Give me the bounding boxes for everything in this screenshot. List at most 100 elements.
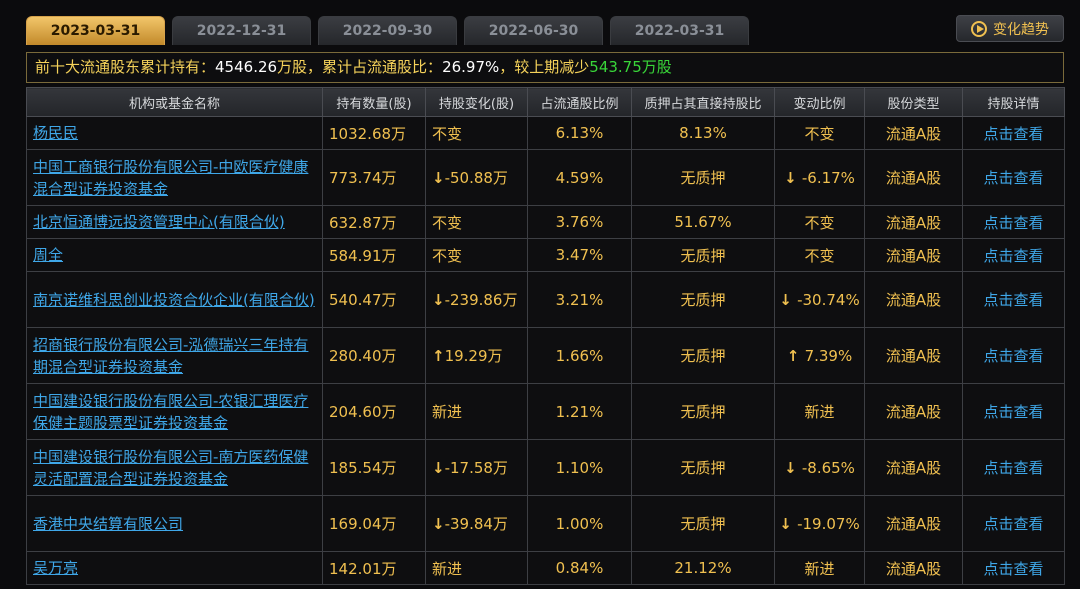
- trend-button[interactable]: 变化趋势: [956, 15, 1064, 42]
- trend-button-label: 变化趋势: [993, 21, 1049, 38]
- float-ratio: 3.76%: [527, 205, 632, 239]
- summary-unit: 万股，累计占流通股比：: [277, 58, 443, 76]
- holding-amount: 280.40万: [322, 327, 426, 384]
- holder-name-link[interactable]: 中国建设银行股份有限公司-农银汇理医疗保健主题股票型证券投资基金: [26, 383, 323, 440]
- summary-total: 4546.26: [215, 58, 278, 76]
- holding-amount: 1032.68万: [322, 116, 426, 150]
- holding-amount: 169.04万: [322, 495, 426, 552]
- change-pct-cell: ↓ -6.17%: [774, 149, 865, 206]
- detail-link[interactable]: 点击查看: [962, 495, 1065, 552]
- detail-link[interactable]: 点击查看: [962, 116, 1065, 150]
- detail-link-label: 点击查看: [983, 347, 1044, 365]
- arrow-down-icon: ↓: [779, 514, 798, 533]
- holder-name-link[interactable]: 招商银行股份有限公司-泓德瑞兴三年持有期混合型证券投资基金: [26, 327, 323, 384]
- tab-2022-06-30[interactable]: 2022-06-30: [464, 16, 603, 45]
- play-circle-icon: [971, 20, 987, 37]
- holding-change: 不变: [432, 246, 463, 265]
- summary-prefix: 前十大流通股东累计持有：: [35, 58, 216, 76]
- detail-link[interactable]: 点击查看: [962, 439, 1065, 496]
- pledge-ratio: 51.67%: [631, 205, 775, 239]
- holding-change: 不变: [432, 213, 463, 232]
- holders-table: 机构或基金名称 持有数量(股) 持股变化(股) 占流通股比例 质押占其直接持股比…: [26, 87, 1065, 585]
- detail-link-label: 点击查看: [983, 559, 1044, 578]
- holder-name: 招商银行股份有限公司-泓德瑞兴三年持有期混合型证券投资基金: [33, 335, 309, 376]
- detail-link-label: 点击查看: [983, 515, 1044, 533]
- detail-link-label: 点击查看: [983, 459, 1044, 477]
- change-pct: 新进: [804, 559, 835, 578]
- holder-name: 香港中央结算有限公司: [33, 514, 184, 533]
- table-row: 吴万亮 142.01万 新进 0.84% 21.12% 新进 流通A股 点击查看: [26, 551, 1065, 585]
- table-row: 杨民民 1032.68万 不变 6.13% 8.13% 不变 流通A股 点击查看: [26, 116, 1065, 150]
- table-row: 中国建设银行股份有限公司-南方医药保健灵活配置混合型证券投资基金 185.54万 ↓…: [26, 439, 1065, 496]
- holding-amount: 632.87万: [322, 205, 426, 239]
- summary-mid: ，较上期减少: [499, 58, 590, 76]
- holding-change-cell: 新进: [425, 383, 528, 440]
- col-header-change-pct: 变动比例: [774, 87, 865, 117]
- arrow-down-icon: ↓: [784, 168, 802, 187]
- detail-link-label: 点击查看: [983, 246, 1044, 265]
- share-type: 流通A股: [864, 495, 963, 552]
- tab-2023-03-31[interactable]: 2023-03-31: [26, 16, 165, 45]
- float-ratio: 4.59%: [527, 149, 632, 206]
- table-row: 香港中央结算有限公司 169.04万 ↓-39.84万 1.00% 无质押 ↓ -19.0…: [26, 495, 1065, 552]
- detail-link[interactable]: 点击查看: [962, 205, 1065, 239]
- holder-name: 杨民民: [33, 124, 79, 142]
- holder-name-link[interactable]: 南京诺维科思创业投资合伙企业(有限合伙): [26, 271, 323, 328]
- arrow-down-icon: ↓: [432, 515, 445, 533]
- detail-link[interactable]: 点击查看: [962, 383, 1065, 440]
- share-type: 流通A股: [864, 149, 963, 206]
- float-ratio: 1.66%: [527, 327, 632, 384]
- holder-name-link[interactable]: 中国工商银行股份有限公司-中欧医疗健康混合型证券投资基金: [26, 149, 323, 206]
- holding-change: 新进: [432, 559, 463, 578]
- col-header-ratio: 占流通股比例: [527, 87, 632, 117]
- holder-name-link[interactable]: 杨民民: [26, 116, 323, 150]
- holder-name-link[interactable]: 北京恒通博远投资管理中心(有限合伙): [26, 205, 323, 239]
- holder-name-link[interactable]: 吴万亮: [26, 551, 323, 585]
- float-ratio: 6.13%: [527, 116, 632, 150]
- summary-bar: 前十大流通股东累计持有：4546.26万股，累计占流通股比：26.97%，较上期…: [26, 52, 1064, 83]
- holder-name-link[interactable]: 中国建设银行股份有限公司-南方医药保健灵活配置混合型证券投资基金: [26, 439, 323, 496]
- summary-decrease: 543.75万股: [589, 58, 672, 76]
- detail-link[interactable]: 点击查看: [962, 327, 1065, 384]
- pledge-ratio: 无质押: [631, 383, 775, 440]
- detail-link[interactable]: 点击查看: [962, 149, 1065, 206]
- detail-link[interactable]: 点击查看: [962, 551, 1065, 585]
- table-row: 招商银行股份有限公司-泓德瑞兴三年持有期混合型证券投资基金 280.40万 ↑19.…: [26, 327, 1065, 384]
- change-pct: 不变: [804, 213, 835, 232]
- detail-link[interactable]: 点击查看: [962, 271, 1065, 328]
- pledge-ratio: 8.13%: [631, 116, 775, 150]
- holding-change-cell: ↓-17.58万: [425, 439, 528, 496]
- holder-name: 中国建设银行股份有限公司-农银汇理医疗保健主题股票型证券投资基金: [33, 391, 309, 432]
- holding-amount: 204.60万: [322, 383, 426, 440]
- detail-link-label: 点击查看: [983, 169, 1044, 187]
- holder-name-link[interactable]: 周全: [26, 238, 323, 272]
- change-pct: -19.07%: [797, 514, 860, 533]
- col-header-name: 机构或基金名称: [26, 87, 323, 117]
- detail-link[interactable]: 点击查看: [962, 238, 1065, 272]
- tab-2022-12-31[interactable]: 2022-12-31: [172, 16, 311, 45]
- change-pct: -6.17%: [801, 168, 855, 187]
- holding-change: 不变: [432, 124, 463, 143]
- share-type: 流通A股: [864, 327, 963, 384]
- table-row: 中国工商银行股份有限公司-中欧医疗健康混合型证券投资基金 773.74万 ↓-50.…: [26, 149, 1065, 206]
- summary-ratio: 26.97%: [442, 58, 500, 76]
- holding-change: -39.84万: [444, 515, 508, 533]
- holding-amount: 773.74万: [322, 149, 426, 206]
- change-pct-cell: ↓ -19.07%: [774, 495, 865, 552]
- holder-name: 周全: [33, 246, 64, 264]
- change-pct-cell: ↓ -8.65%: [774, 439, 865, 496]
- float-ratio: 3.21%: [527, 271, 632, 328]
- pledge-ratio: 无质押: [631, 327, 775, 384]
- pledge-ratio: 无质押: [631, 238, 775, 272]
- tab-2022-09-30[interactable]: 2022-09-30: [318, 16, 457, 45]
- change-pct: 新进: [804, 403, 835, 421]
- arrow-up-icon: ↑: [432, 347, 445, 365]
- float-ratio: 0.84%: [527, 551, 632, 585]
- holder-name-link[interactable]: 香港中央结算有限公司: [26, 495, 323, 552]
- table-body: 杨民民 1032.68万 不变 6.13% 8.13% 不变 流通A股 点击查看 中国工商银行股…: [26, 116, 1065, 585]
- table-header-row: 机构或基金名称 持有数量(股) 持股变化(股) 占流通股比例 质押占其直接持股比…: [26, 87, 1065, 117]
- tab-2022-03-31[interactable]: 2022-03-31: [610, 16, 749, 45]
- holding-change: -50.88万: [444, 169, 508, 187]
- holding-amount: 540.47万: [322, 271, 426, 328]
- arrow-down-icon: ↓: [432, 169, 445, 187]
